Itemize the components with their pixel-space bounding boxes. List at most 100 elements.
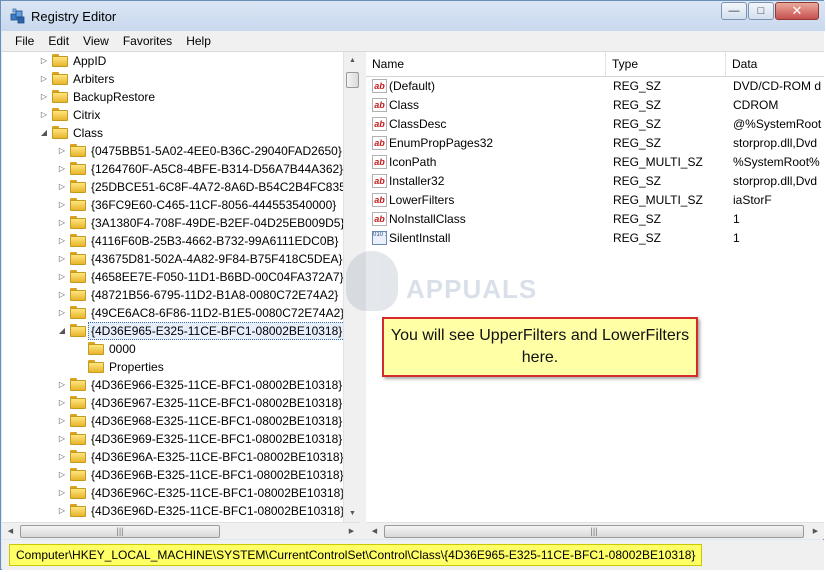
scroll-thumb[interactable]: ||| — [384, 525, 804, 538]
expand-arrow-icon[interactable]: ▷ — [58, 142, 66, 160]
tree-node[interactable]: ◢ Class — [2, 124, 343, 142]
expand-arrow-icon[interactable]: ▷ — [58, 484, 66, 502]
value-row[interactable]: ab NoInstallClass REG_SZ 1 — [366, 210, 824, 229]
tree-node-label: Citrix — [73, 108, 101, 122]
column-data-header[interactable]: Data — [726, 52, 824, 76]
tree-node[interactable]: ▷ {25DBCE51-6C8F-4A72-8A6D-B54C2B4FC835} — [2, 178, 343, 196]
collapse-arrow-icon[interactable]: ◢ — [40, 124, 48, 142]
expand-arrow-icon[interactable]: ▷ — [58, 466, 66, 484]
value-row[interactable]: ab Class REG_SZ CDROM — [366, 96, 824, 115]
scroll-thumb[interactable]: ||| — [20, 525, 220, 538]
tree-node[interactable]: ▷ {4116F60B-25B3-4662-B732-99A6111EDC0B} — [2, 232, 343, 250]
tree-node-label: {4D36E96B-E325-11CE-BFC1-08002BE10318} — [91, 468, 343, 482]
tree-node[interactable]: ▷ {4D36E96A-E325-11CE-BFC1-08002BE10318} — [2, 448, 343, 466]
value-row[interactable]: ab (Default) REG_SZ DVD/CD-ROM d — [366, 77, 824, 96]
menu-file[interactable]: File — [2, 31, 41, 51]
scroll-left-icon[interactable]: ◀ — [2, 523, 19, 539]
tree-node[interactable]: ▷ {36FC9E60-C465-11CF-8056-444553540000} — [2, 196, 343, 214]
folder-icon — [70, 414, 86, 427]
expand-arrow-icon[interactable]: ▷ — [40, 88, 48, 106]
folder-icon — [70, 324, 86, 337]
folder-icon — [70, 162, 86, 175]
value-name: (Default) — [389, 79, 436, 93]
tree-node[interactable]: ▷ {4D36E968-E325-11CE-BFC1-08002BE10318} — [2, 412, 343, 430]
column-name-header[interactable]: Name — [366, 52, 606, 76]
tree-node[interactable]: ▷ BackupRestore — [2, 88, 343, 106]
menu-edit[interactable]: Edit — [41, 31, 76, 51]
title-bar[interactable]: Registry Editor — □ ✕ — [1, 1, 825, 31]
tree-node[interactable]: ▷ {4D36E96B-E325-11CE-BFC1-08002BE10318} — [2, 466, 343, 484]
expand-arrow-icon[interactable]: ▷ — [58, 250, 66, 268]
scroll-right-icon[interactable]: ▶ — [343, 523, 360, 539]
tree-node-label: Properties — [109, 360, 164, 374]
scroll-left-icon[interactable]: ◀ — [366, 523, 383, 539]
tree-node-label: {4D36E96A-E325-11CE-BFC1-08002BE10318} — [91, 450, 343, 464]
scroll-thumb[interactable] — [346, 72, 359, 88]
scroll-down-icon[interactable]: ▼ — [344, 505, 360, 522]
expand-arrow-icon[interactable]: ▷ — [58, 430, 66, 448]
tree-node[interactable]: ▷ {4D36E966-E325-11CE-BFC1-08002BE10318} — [2, 376, 343, 394]
tree-node-label: {25DBCE51-6C8F-4A72-8A6D-B54C2B4FC835} — [91, 180, 343, 194]
tree-node[interactable]: ▷ AppID — [2, 52, 343, 70]
values-header: Name Type Data — [366, 52, 824, 77]
expand-arrow-icon[interactable]: ▷ — [58, 394, 66, 412]
value-row[interactable]: 010 110SilentInstall REG_SZ 1 — [366, 229, 824, 248]
value-row[interactable]: ab LowerFilters REG_MULTI_SZ iaStorF — [366, 191, 824, 210]
maximize-icon[interactable]: □ — [748, 2, 774, 20]
tree-node[interactable]: ▷ {4D36E969-E325-11CE-BFC1-08002BE10318} — [2, 430, 343, 448]
scroll-up-icon[interactable]: ▲ — [344, 52, 360, 69]
value-row[interactable]: ab IconPath REG_MULTI_SZ %SystemRoot% — [366, 153, 824, 172]
tree-vertical-scrollbar[interactable]: ▲ ▼ — [343, 52, 360, 522]
minimize-icon[interactable]: — — [721, 2, 747, 20]
expand-arrow-icon[interactable]: ▷ — [58, 304, 66, 322]
value-row[interactable]: ab Installer32 REG_SZ storprop.dll,Dvd — [366, 172, 824, 191]
expand-arrow-icon[interactable]: ▷ — [58, 178, 66, 196]
value-data: iaStorF — [733, 193, 772, 207]
tree-node[interactable]: ◢ {4D36E965-E325-11CE-BFC1-08002BE10318} — [2, 322, 343, 340]
tree-node[interactable]: ▷ {48721B56-6795-11D2-B1A8-0080C72E74A2} — [2, 286, 343, 304]
expand-arrow-icon[interactable]: ▷ — [58, 160, 66, 178]
expand-arrow-icon[interactable]: ▷ — [58, 214, 66, 232]
tree-node[interactable]: ▷ Citrix — [2, 106, 343, 124]
menu-view[interactable]: View — [76, 31, 116, 51]
key-tree-pane: ▷ AppID ▷ Arbiters ▷ BackupRestore ▷ Citrix ◢ Cla… — [2, 52, 361, 539]
tree-node[interactable]: ▷ Arbiters — [2, 70, 343, 88]
column-type-header[interactable]: Type — [606, 52, 726, 76]
menu-help[interactable]: Help — [179, 31, 218, 51]
tree-node[interactable]: Properties — [2, 358, 343, 376]
tree-horizontal-scrollbar[interactable]: ◀ ||| ▶ — [2, 522, 360, 539]
expand-arrow-icon[interactable]: ▷ — [58, 412, 66, 430]
close-icon[interactable]: ✕ — [775, 2, 819, 20]
expand-arrow-icon[interactable]: ▷ — [40, 106, 48, 124]
expand-arrow-icon[interactable]: ▷ — [58, 196, 66, 214]
expand-arrow-icon[interactable]: ▷ — [58, 268, 66, 286]
expand-arrow-icon[interactable]: ▷ — [58, 448, 66, 466]
tree-node[interactable]: ▷ {49CE6AC8-6F86-11D2-B1E5-0080C72E74A2} — [2, 304, 343, 322]
value-row[interactable]: ab ClassDesc REG_SZ @%SystemRoot — [366, 115, 824, 134]
tree-node-label: {49CE6AC8-6F86-11D2-B1E5-0080C72E74A2} — [91, 306, 343, 320]
tree-node[interactable]: 0000 — [2, 340, 343, 358]
expand-arrow-icon[interactable]: ▷ — [40, 52, 48, 70]
expand-arrow-icon[interactable]: ▷ — [40, 70, 48, 88]
tree-node[interactable]: ▷ {4D36E967-E325-11CE-BFC1-08002BE10318} — [2, 394, 343, 412]
expand-arrow-icon[interactable]: ▷ — [58, 376, 66, 394]
tree-node[interactable]: ▷ {3A1380F4-708F-49DE-B2EF-04D25EB009D5} — [2, 214, 343, 232]
key-path: Computer\HKEY_LOCAL_MACHINE\SYSTEM\Curre… — [9, 544, 703, 566]
tree-node[interactable]: ▷ {43675D81-502A-4A82-9F84-B75F418C5DEA} — [2, 250, 343, 268]
expand-arrow-icon[interactable]: ▷ — [58, 286, 66, 304]
values-horizontal-scrollbar[interactable]: ◀ ||| ▶ — [366, 522, 824, 539]
value-data: storprop.dll,Dvd — [733, 174, 818, 188]
tree-node[interactable]: ▷ {4658EE7E-F050-11D1-B6BD-00C04FA372A7} — [2, 268, 343, 286]
status-bar: Computer\HKEY_LOCAL_MACHINE\SYSTEM\Curre… — [2, 540, 824, 570]
tree-node[interactable]: ▷ {1264760F-A5C8-4BFE-B314-D56A7B44A362} — [2, 160, 343, 178]
collapse-arrow-icon[interactable]: ◢ — [58, 322, 66, 340]
value-name: Class — [389, 98, 420, 112]
scroll-right-icon[interactable]: ▶ — [807, 523, 824, 539]
menu-favorites[interactable]: Favorites — [116, 31, 179, 51]
expand-arrow-icon[interactable]: ▷ — [58, 502, 66, 520]
tree-node[interactable]: ▷ {4D36E96C-E325-11CE-BFC1-08002BE10318} — [2, 484, 343, 502]
tree-node[interactable]: ▷ {0475BB51-5A02-4EE0-B36C-29040FAD2650} — [2, 142, 343, 160]
expand-arrow-icon[interactable]: ▷ — [58, 232, 66, 250]
value-row[interactable]: ab EnumPropPages32 REG_SZ storprop.dll,Dvd — [366, 134, 824, 153]
tree-node[interactable]: ▷ {4D36E96D-E325-11CE-BFC1-08002BE10318} — [2, 502, 343, 520]
